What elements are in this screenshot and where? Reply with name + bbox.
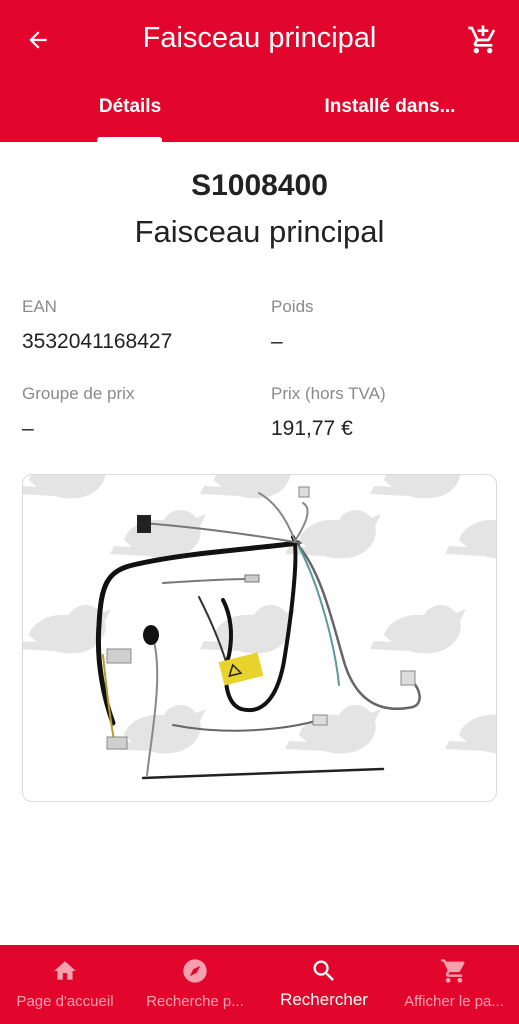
nav-cart[interactable]: Afficher le pa... — [389, 945, 519, 1024]
watermark-pattern — [23, 475, 496, 754]
nav-cart-label: Afficher le pa... — [404, 993, 504, 1010]
weight-value: – — [271, 330, 283, 353]
part-reference: S1008400 — [191, 169, 328, 202]
price-group-value: – — [22, 417, 34, 440]
weight-label: Poids — [271, 297, 314, 316]
add-to-cart-button[interactable] — [461, 18, 505, 62]
tab-installed-in[interactable]: Installé dans... — [290, 92, 490, 122]
compass-icon — [181, 957, 209, 985]
ean-label: EAN — [22, 297, 57, 316]
home-icon — [51, 957, 79, 985]
nav-home[interactable]: Page d'accueil — [0, 945, 130, 1024]
nav-search-label: Rechercher — [280, 990, 368, 1009]
part-image[interactable] — [22, 474, 497, 802]
cart-add-icon — [468, 25, 496, 54]
nav-search-by[interactable]: Recherche p... — [130, 945, 260, 1024]
part-name: Faisceau principal — [134, 214, 385, 249]
nav-search[interactable]: Rechercher — [259, 945, 389, 1024]
search-icon — [310, 957, 338, 985]
cart-icon — [440, 957, 468, 985]
bottom-navigation: Page d'accueil Recherche p... Rechercher… — [0, 945, 519, 1024]
price-group-label: Groupe de prix — [22, 384, 135, 403]
nav-home-label: Page d'accueil — [16, 993, 114, 1010]
price-value: 191,77 € — [271, 417, 353, 440]
tab-details[interactable]: Détails — [60, 92, 200, 122]
wiring-harness-image — [23, 475, 496, 780]
selected-tab-indicator — [97, 137, 162, 142]
nav-search-by-label: Recherche p... — [146, 993, 244, 1010]
app-bar: Faisceau principal Détails Installé dans… — [0, 0, 519, 142]
price-label: Prix (hors TVA) — [271, 384, 386, 403]
ean-value: 3532041168427 — [22, 330, 173, 353]
page-title: Faisceau principal — [142, 22, 377, 54]
